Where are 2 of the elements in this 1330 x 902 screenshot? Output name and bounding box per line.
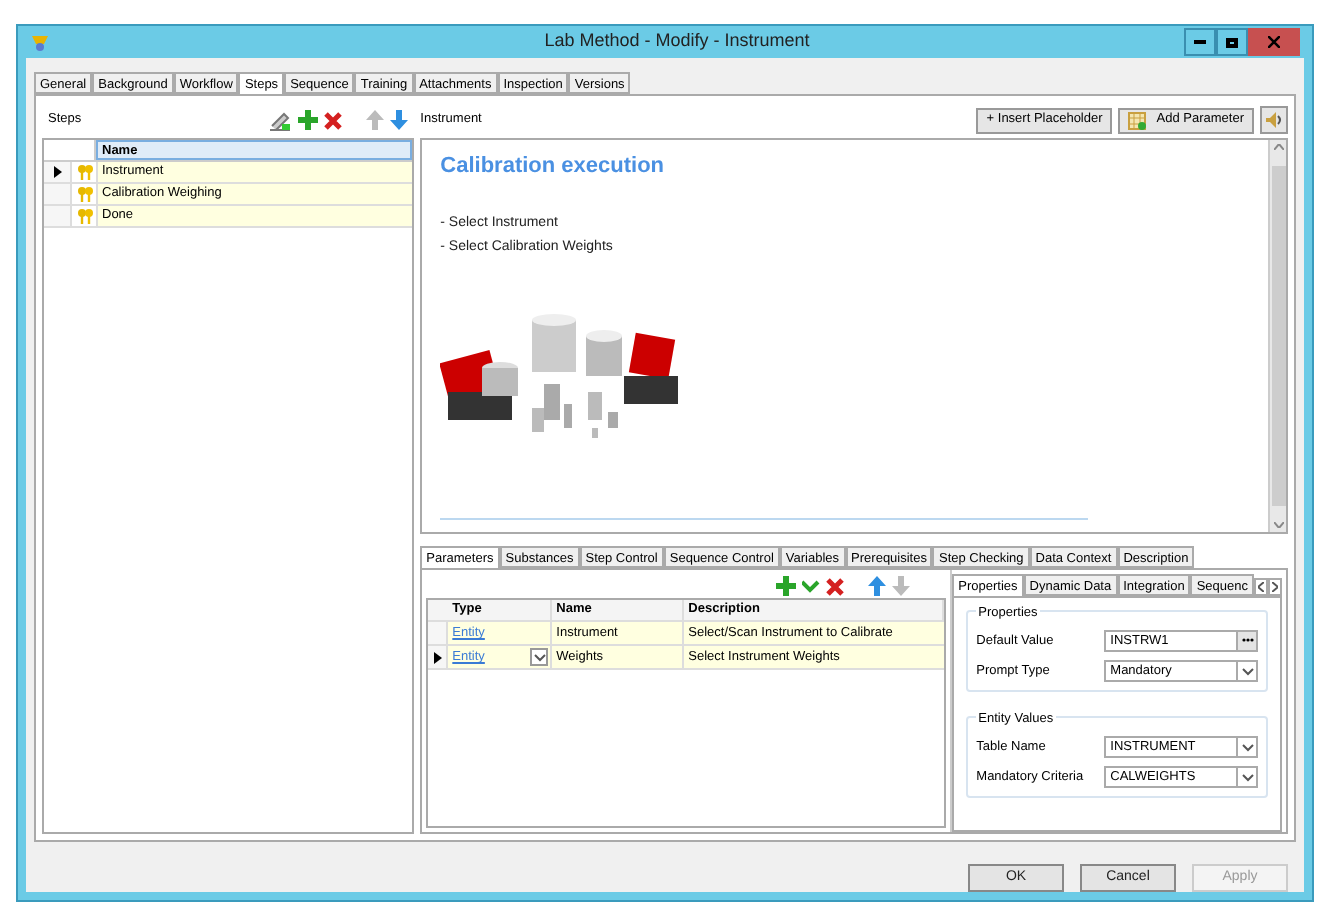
document-heading: Calibration execution [440,152,667,182]
window-title: Lab Method - Modify - Instrument [544,28,810,55]
